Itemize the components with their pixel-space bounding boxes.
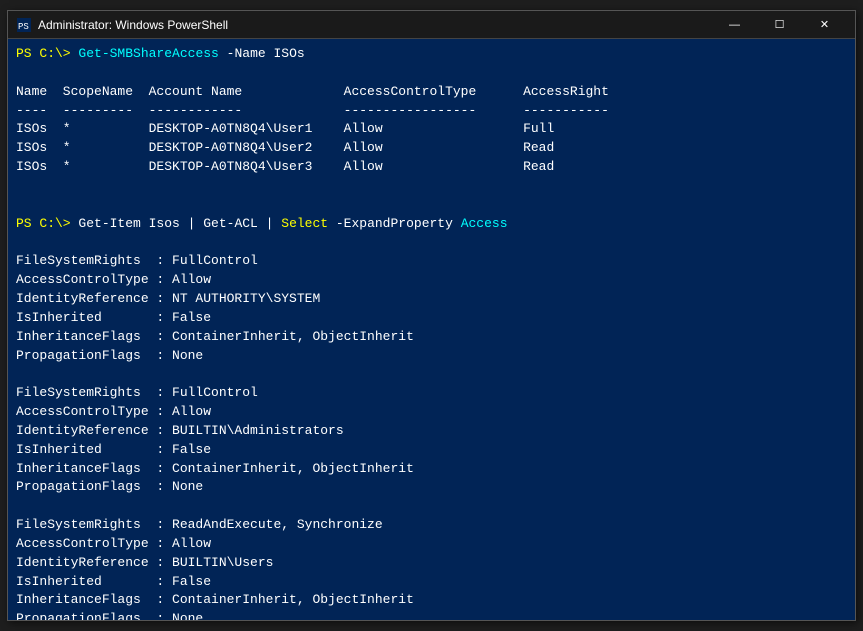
acl-entry: FileSystemRights : ReadAndExecute, Synch… <box>16 516 847 535</box>
titlebar: PS Administrator: Windows PowerShell — ☐… <box>8 11 855 39</box>
acl-entry: IdentityReference : BUILTIN\Users <box>16 554 847 573</box>
blank-line <box>16 177 847 196</box>
blank-line <box>16 64 847 83</box>
blank-line <box>16 497 847 516</box>
acl-entry: FileSystemRights : FullControl <box>16 252 847 271</box>
svg-text:PS: PS <box>18 22 29 32</box>
acl-entry: PropagationFlags : None <box>16 610 847 620</box>
acl-entry: FileSystemRights : FullControl <box>16 384 847 403</box>
command-line-1: PS C:\> Get-SMBShareAccess -Name ISOs <box>16 45 847 64</box>
app-icon: PS <box>16 17 32 33</box>
maximize-button[interactable]: ☐ <box>757 11 802 39</box>
acl-entry: IdentityReference : NT AUTHORITY\SYSTEM <box>16 290 847 309</box>
close-button[interactable]: ✕ <box>802 11 847 39</box>
table-header: Name ScopeName Account Name AccessContro… <box>16 83 847 102</box>
acl-entry: IdentityReference : BUILTIN\Administrato… <box>16 422 847 441</box>
command-line-2: PS C:\> Get-Item Isos | Get-ACL | Select… <box>16 215 847 234</box>
acl-entry: PropagationFlags : None <box>16 347 847 366</box>
acl-entry: InheritanceFlags : ContainerInherit, Obj… <box>16 591 847 610</box>
acl-entry: AccessControlType : Allow <box>16 403 847 422</box>
console-output[interactable]: PS C:\> Get-SMBShareAccess -Name ISOs Na… <box>8 39 855 620</box>
acl-entry: PropagationFlags : None <box>16 478 847 497</box>
table-row: ISOs * DESKTOP-A0TN8Q4\User2 Allow Read <box>16 139 847 158</box>
blank-line <box>16 365 847 384</box>
acl-entry: InheritanceFlags : ContainerInherit, Obj… <box>16 460 847 479</box>
blank-line <box>16 196 847 215</box>
window-title: Administrator: Windows PowerShell <box>38 18 712 32</box>
acl-entry: AccessControlType : Allow <box>16 271 847 290</box>
table-separator: ---- --------- ------------ ------------… <box>16 102 847 121</box>
powershell-window: PS Administrator: Windows PowerShell — ☐… <box>7 10 856 621</box>
table-row: ISOs * DESKTOP-A0TN8Q4\User1 Allow Full <box>16 120 847 139</box>
acl-entry: InheritanceFlags : ContainerInherit, Obj… <box>16 328 847 347</box>
acl-entry: IsInherited : False <box>16 441 847 460</box>
window-controls: — ☐ ✕ <box>712 11 847 39</box>
acl-entry: IsInherited : False <box>16 573 847 592</box>
minimize-button[interactable]: — <box>712 11 757 39</box>
blank-line <box>16 233 847 252</box>
table-row: ISOs * DESKTOP-A0TN8Q4\User3 Allow Read <box>16 158 847 177</box>
acl-entry: IsInherited : False <box>16 309 847 328</box>
acl-entry: AccessControlType : Allow <box>16 535 847 554</box>
